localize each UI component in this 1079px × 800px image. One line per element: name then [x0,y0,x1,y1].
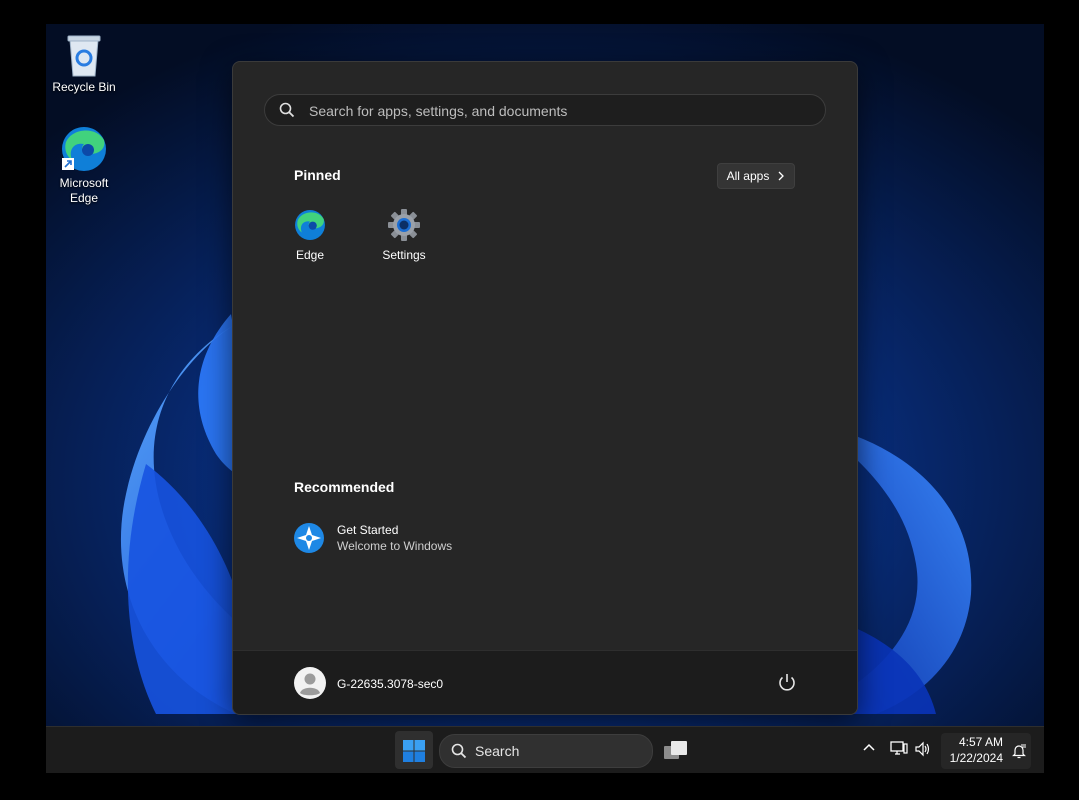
windows-logo-icon [403,740,425,762]
power-icon[interactable] [775,671,799,695]
user-name[interactable]: G-22635.3078-sec0 [337,677,443,691]
recommended-item-get-started[interactable]: Get Started Welcome to Windows [293,520,553,556]
chevron-up-icon[interactable] [862,741,876,755]
network-icon[interactable] [890,741,908,757]
desktop-icon-label: Microsoft Edge [59,176,109,205]
clock-time: 4:57 AM [958,735,1003,749]
start-search-box[interactable] [264,94,826,127]
edge-icon [62,127,106,171]
pinned-title: Pinned [294,167,341,183]
task-view-icon[interactable] [663,739,689,761]
recommended-title: Recommended [294,479,395,495]
all-apps-button[interactable]: All apps [717,163,795,189]
edge-icon [295,210,325,240]
pinned-app-label: Settings [382,248,426,262]
desktop-icon-label: Recycle Bin [52,80,116,94]
get-started-icon [294,523,324,553]
taskbar-search[interactable]: Search [439,734,653,768]
clock-date: 1/22/2024 [949,751,1003,765]
pinned-app-edge[interactable]: Edge [275,208,345,262]
desktop-icon-recycle-bin[interactable]: Recycle Bin [46,32,122,95]
chevron-right-icon [778,171,785,181]
start-menu: Pinned All apps Edge [232,61,858,715]
start-button[interactable] [395,731,433,769]
desktop-screen: Recycle Bin Microsoft Edge Pinned All ap… [46,24,1044,773]
pinned-app-settings[interactable]: Settings [369,208,439,262]
search-icon [279,102,295,118]
taskbar-search-label: Search [475,743,520,759]
start-search-input[interactable] [307,95,811,127]
taskbar: Search 4:57 AM 1/22/2024 [46,726,1044,773]
recycle-bin-icon [67,35,101,77]
user-avatar-icon[interactable] [294,667,326,699]
pinned-app-label: Edge [295,248,325,262]
recommended-item-title: Get Started [337,523,399,537]
search-icon [451,743,467,759]
desktop-icon-microsoft-edge[interactable]: Microsoft Edge [46,124,122,206]
notification-icon[interactable] [1011,743,1027,759]
start-menu-footer: G-22635.3078-sec0 [233,650,857,714]
volume-icon[interactable] [914,741,932,757]
settings-gear-icon [388,209,420,241]
all-apps-label: All apps [726,169,770,183]
clock-button[interactable]: 4:57 AM 1/22/2024 [941,733,1031,769]
recommended-item-subtitle: Welcome to Windows [337,539,453,553]
